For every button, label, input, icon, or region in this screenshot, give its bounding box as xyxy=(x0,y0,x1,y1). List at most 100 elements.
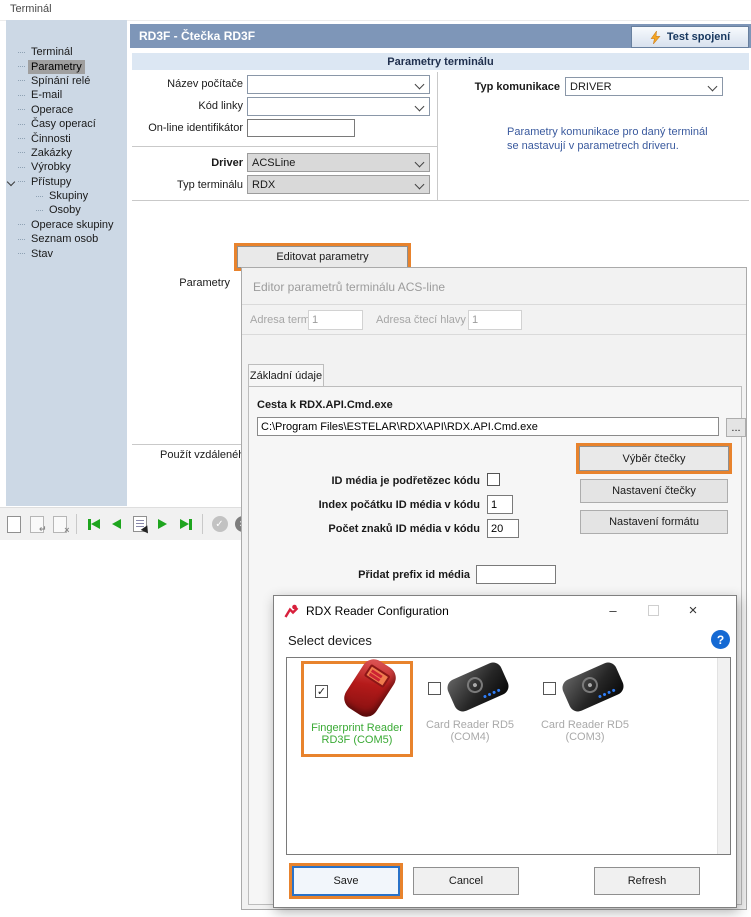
save-highlight: Save xyxy=(289,863,403,899)
window-title: RDX Reader Configuration xyxy=(306,604,449,618)
browse-button[interactable]: ... xyxy=(726,418,746,437)
terminal-address-field[interactable] xyxy=(308,310,363,330)
edit-params-button[interactable]: Editovat parametry xyxy=(237,246,408,268)
sidebar-item-terminal[interactable]: Terminál xyxy=(6,45,127,59)
substring-checkbox[interactable] xyxy=(487,473,500,486)
terminal-type-label: Typ terminálu xyxy=(132,179,243,191)
panel-header: RD3F - Čtečka RD3F Test spojení xyxy=(130,24,751,48)
device-item-rd5-com4[interactable]: Card Reader RD5 (COM4) xyxy=(417,661,529,757)
maximize-button[interactable] xyxy=(636,596,670,624)
card-reader-image xyxy=(558,661,632,717)
first-record-icon[interactable] xyxy=(84,515,103,534)
sidebar-item-vyrobky[interactable]: Výrobky xyxy=(6,160,127,174)
minimize-button[interactable]: – xyxy=(596,596,630,624)
cancel-button[interactable]: Cancel xyxy=(413,867,519,895)
prev-record-icon[interactable] xyxy=(107,515,126,534)
sidebar-item-spinani-rele[interactable]: Spínání relé xyxy=(6,74,127,88)
device-checkbox-rd5-com3[interactable] xyxy=(543,682,556,695)
head-address-label: Adresa čtecí hlavy xyxy=(376,314,466,326)
app-window: Terminál Terminál Parametry Spínání relé… xyxy=(0,0,751,917)
lightning-icon xyxy=(650,31,661,44)
sidebar-item-email[interactable]: E-mail xyxy=(6,88,127,102)
sidebar-item-cinnosti[interactable]: Činnosti xyxy=(6,131,127,145)
computer-name-combo[interactable] xyxy=(247,75,430,94)
driver-combo[interactable]: ACSLine xyxy=(247,153,430,172)
computer-name-label: Název počítače xyxy=(132,78,243,90)
device-checkbox-rd5-com4[interactable] xyxy=(428,682,441,695)
device-item-rd5-com3[interactable]: Card Reader RD5 (COM3) xyxy=(532,661,644,757)
length-field[interactable] xyxy=(487,519,519,538)
close-button[interactable]: × xyxy=(676,596,710,624)
params-label: Parametry xyxy=(150,277,230,289)
online-id-field[interactable] xyxy=(247,119,355,137)
sidebar-item-osoby[interactable]: Osoby xyxy=(6,203,127,217)
fingerprint-reader-image xyxy=(330,664,404,720)
sidebar-item-parametry[interactable]: Parametry xyxy=(6,59,127,73)
chevron-down-icon xyxy=(415,102,425,112)
sidebar-item-skupiny[interactable]: Skupiny xyxy=(6,189,127,203)
tab-zakladni-udaje[interactable]: Základní údaje xyxy=(248,364,324,387)
length-label: Počet znaků ID média v kódu xyxy=(249,523,480,535)
device-checkbox-rd3f[interactable]: ✓ xyxy=(315,685,328,698)
sidebar-tree: Terminál Parametry Spínání relé E-mail O… xyxy=(6,20,127,506)
line-code-combo[interactable] xyxy=(247,97,430,116)
chevron-down-icon xyxy=(415,158,425,168)
record-list-icon[interactable] xyxy=(130,515,149,534)
page-title: RD3F - Čtečka RD3F xyxy=(139,29,255,43)
revert-record-icon[interactable]: ↵ xyxy=(27,515,46,534)
index-field[interactable] xyxy=(487,495,513,514)
sidebar-item-zakazky[interactable]: Zakázky xyxy=(6,146,127,160)
device-item-rd3f[interactable]: ✓ Fingerprint Reader RD3F (COM5) xyxy=(301,661,413,757)
refresh-button[interactable]: Refresh xyxy=(594,867,700,895)
prefix-field[interactable] xyxy=(476,565,556,584)
prefix-label: Přidat prefix id média xyxy=(249,569,470,581)
save-button[interactable]: Save xyxy=(292,866,400,896)
comm-note-line2: se nastavují v parametrech driveru. xyxy=(507,140,679,152)
rdx-config-window: RDX Reader Configuration – × Select devi… xyxy=(273,595,737,908)
sidebar-item-casy-operaci[interactable]: Časy operací xyxy=(6,117,127,131)
device-list: ✓ Fingerprint Reader RD3F (COM5) xyxy=(286,657,731,855)
device-list-scrollbar[interactable] xyxy=(717,658,730,854)
driver-label: Driver xyxy=(132,157,243,169)
chevron-down-icon xyxy=(708,82,718,92)
delete-record-icon[interactable]: × xyxy=(50,515,69,534)
index-label: Index počátku ID média v kódu xyxy=(249,499,480,511)
last-record-icon[interactable] xyxy=(176,515,195,534)
online-id-label: On-line identifikátor xyxy=(132,122,243,134)
next-record-icon[interactable] xyxy=(153,515,172,534)
sidebar-item-seznam-osob[interactable]: Seznam osob xyxy=(6,232,127,246)
sidebar-item-operace[interactable]: Operace xyxy=(6,103,127,117)
path-label: Cesta k RDX.API.Cmd.exe xyxy=(257,399,393,411)
help-icon[interactable]: ? xyxy=(711,630,730,649)
reader-settings-button[interactable]: Nastavení čtečky xyxy=(580,479,728,503)
sidebar-item-pristupy[interactable]: Přístupy xyxy=(6,175,127,189)
test-connection-button[interactable]: Test spojení xyxy=(631,26,749,48)
remote-label: Použít vzdáleného z xyxy=(160,449,241,461)
chevron-down-icon xyxy=(415,80,425,90)
section-title: Parametry terminálu xyxy=(132,53,749,70)
format-settings-button[interactable]: Nastavení formátu xyxy=(580,510,728,534)
record-toolbar: ↵ × ✓ × xyxy=(0,507,241,540)
select-reader-button[interactable]: Výběr čtečky xyxy=(579,446,729,471)
chevron-down-icon xyxy=(415,180,425,190)
maximize-icon xyxy=(648,605,659,616)
terminal-type-combo[interactable]: RDX xyxy=(247,175,430,194)
new-record-icon[interactable] xyxy=(4,515,23,534)
line-code-label: Kód linky xyxy=(132,100,243,112)
menu-terminal[interactable]: Terminál xyxy=(10,3,52,15)
comm-type-label: Typ komunikace xyxy=(440,81,560,93)
card-reader-image xyxy=(443,661,517,717)
sidebar-item-operace-skupiny[interactable]: Operace skupiny xyxy=(6,218,127,232)
confirm-record-icon[interactable]: ✓ xyxy=(210,515,229,534)
path-field[interactable] xyxy=(257,417,719,436)
editor-dialog-title: Editor parametrů terminálu ACS-line xyxy=(253,280,445,294)
rdx-app-icon xyxy=(284,604,299,618)
select-reader-highlight: Výběr čtečky xyxy=(576,443,732,474)
select-devices-label: Select devices xyxy=(288,633,372,648)
comm-note-line1: Parametry komunikace pro daný terminál xyxy=(507,126,708,138)
sidebar-item-stav[interactable]: Stav xyxy=(6,246,127,260)
menu-bar: Terminál xyxy=(0,0,751,21)
chevron-down-icon[interactable] xyxy=(7,177,15,185)
head-address-field[interactable] xyxy=(468,310,522,330)
comm-type-combo[interactable]: DRIVER xyxy=(565,77,723,96)
